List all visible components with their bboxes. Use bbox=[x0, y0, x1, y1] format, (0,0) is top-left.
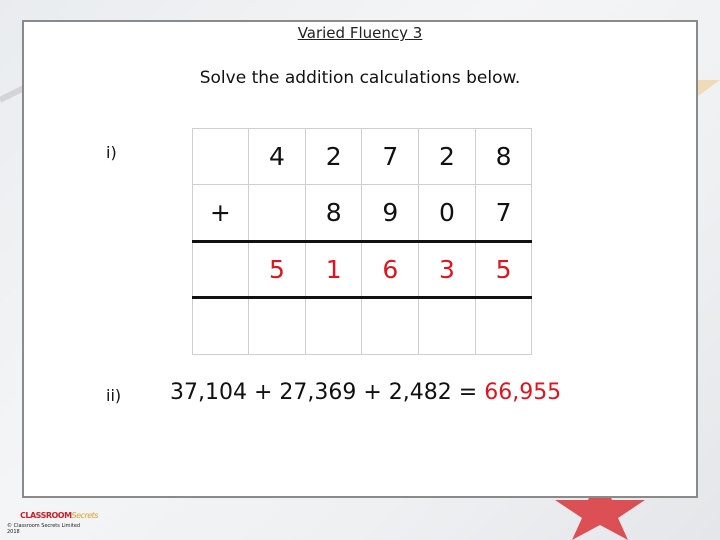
equation: 37,104 + 27,369 + 2,482 = 66,955 bbox=[170, 380, 561, 405]
grid-cell: 2 bbox=[304, 127, 363, 186]
grid-cell bbox=[191, 297, 250, 356]
grid-cell: 5 bbox=[248, 240, 306, 299]
classroom-secrets-logo: CLASSROOMSecrets bbox=[20, 511, 98, 520]
grid-cell bbox=[248, 297, 306, 356]
question-1-label: i) bbox=[106, 143, 117, 162]
grid-cell: 9 bbox=[361, 184, 420, 242]
grid-cell: + bbox=[191, 184, 250, 242]
slide-title: Varied Fluency 3 bbox=[297, 24, 423, 42]
grid-cell: 4 bbox=[248, 127, 306, 186]
grid-cell: 1 bbox=[304, 240, 363, 299]
grid-cell: 8 bbox=[474, 127, 533, 186]
grid-cell: 7 bbox=[361, 127, 420, 186]
logo-main: CLASSROOM bbox=[20, 511, 72, 520]
grid-cell: 3 bbox=[418, 240, 476, 299]
question-2-label: ii) bbox=[106, 386, 122, 405]
grid-cell bbox=[191, 240, 250, 299]
grid-cell bbox=[361, 297, 420, 356]
grid-cell: 7 bbox=[474, 184, 533, 242]
grid-cell bbox=[418, 297, 476, 356]
logo-sub: Secrets bbox=[71, 511, 99, 520]
copyright: © Classroom Secrets Limited 2018 bbox=[7, 523, 80, 535]
equation-text: 37,104 + 27,369 + 2,482 = bbox=[170, 380, 485, 405]
grid-cell: 5 bbox=[474, 240, 533, 299]
instruction: Solve the addition calculations below. bbox=[199, 68, 521, 88]
equation-answer: 66,955 bbox=[484, 380, 562, 405]
grid-cell: 6 bbox=[361, 240, 420, 299]
grid-cell bbox=[248, 184, 306, 242]
grid-cell: 0 bbox=[418, 184, 476, 242]
grid-cell: 8 bbox=[304, 184, 363, 242]
sum-line-top bbox=[192, 240, 532, 243]
copyright-year: 2018 bbox=[7, 529, 20, 535]
grid-cell bbox=[191, 127, 250, 186]
grid-cell bbox=[474, 297, 533, 356]
grid-cell bbox=[304, 297, 363, 356]
sum-line-bottom bbox=[192, 296, 532, 299]
grid-cell: 2 bbox=[418, 127, 476, 186]
